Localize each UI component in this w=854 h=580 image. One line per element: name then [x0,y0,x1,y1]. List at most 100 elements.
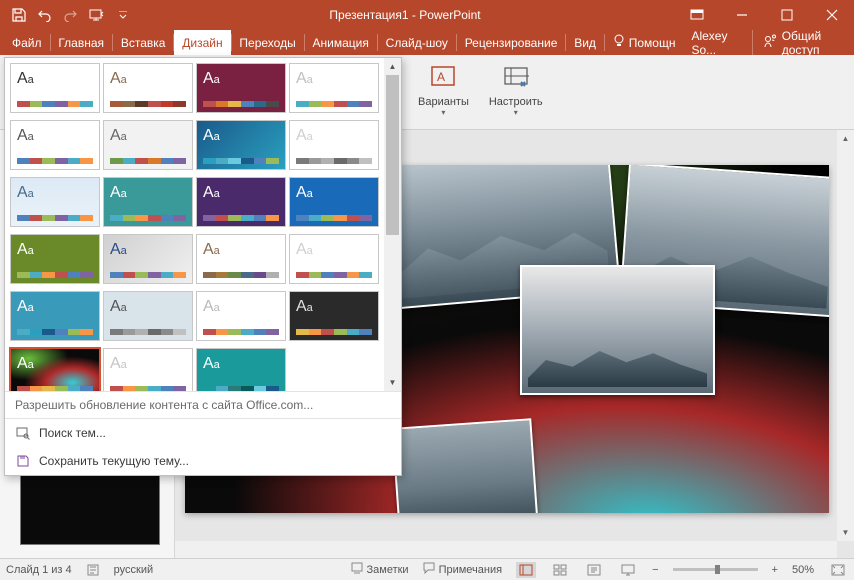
minimize-button[interactable] [719,0,764,30]
maximize-button[interactable] [764,0,809,30]
user-name[interactable]: Alexey So... [683,30,751,55]
spell-check-button[interactable] [86,563,100,577]
search-themes-icon [15,425,31,441]
theme-color-swatch [17,272,93,278]
share-button[interactable]: Общий доступ [752,30,854,55]
theme-thumbnail[interactable]: Aa [10,63,100,113]
zoom-slider[interactable] [673,568,758,571]
theme-thumbnail[interactable]: Aa [103,63,193,113]
scroll-down-button[interactable]: ▼ [384,374,401,391]
undo-button[interactable] [32,0,58,30]
redo-button[interactable] [58,0,84,30]
tab-review[interactable]: Рецензирование [457,30,566,55]
theme-thumbnail[interactable]: Aa [289,177,379,227]
theme-color-swatch [110,101,186,107]
tab-transitions[interactable]: Переходы [231,30,303,55]
gallery-office-update[interactable]: Разрешить обновление контента с сайта Of… [5,391,401,418]
zoom-out-button[interactable]: − [652,564,658,576]
notes-label: Заметки [367,564,409,576]
scrollbar-thumb[interactable] [386,75,399,235]
fit-to-window-button[interactable] [828,562,848,578]
zoom-level[interactable]: 50% [792,564,814,576]
save-button[interactable] [6,0,32,30]
theme-thumbnail[interactable]: Aa [103,291,193,341]
comments-button[interactable]: Примечания [423,562,503,577]
theme-thumbnail[interactable]: Aa [289,63,379,113]
notes-button[interactable]: Заметки [351,562,409,577]
notes-icon [351,562,363,577]
theme-text-sample: Aa [203,184,220,202]
search-themes-button[interactable]: Поиск тем... [5,419,401,447]
theme-color-swatch [296,272,372,278]
language-indicator[interactable]: русский [114,564,153,576]
search-themes-label: Поиск тем... [39,426,106,440]
theme-thumbnail[interactable]: Aa [196,63,286,113]
theme-text-sample: Aa [17,70,34,88]
horizontal-scrollbar[interactable] [175,541,837,558]
theme-color-swatch [110,329,186,335]
qat-customize-button[interactable] [110,0,136,30]
theme-thumbnail[interactable]: Aa [103,177,193,227]
theme-text-sample: Aa [110,241,127,259]
slide-image[interactable] [520,265,715,395]
theme-thumbnail[interactable]: Aa [196,291,286,341]
theme-color-swatch [110,272,186,278]
gallery-scrollbar[interactable]: ▲ ▼ [384,58,401,391]
ribbon-display-options-button[interactable] [674,0,719,30]
theme-thumbnail[interactable]: Aa [10,177,100,227]
theme-thumbnail[interactable]: Aa [103,348,193,391]
theme-color-swatch [203,158,279,164]
tell-me-button[interactable]: Помощн [605,30,684,55]
theme-text-sample: Aa [203,355,220,373]
zoom-in-button[interactable]: + [772,564,778,576]
theme-thumbnail[interactable]: Aa [196,234,286,284]
theme-color-swatch [203,329,279,335]
scroll-up-button[interactable]: ▲ [384,58,401,75]
vertical-scrollbar[interactable]: ▲ ▼ [837,130,854,541]
theme-thumbnail[interactable]: Aa [196,120,286,170]
status-bar: Слайд 1 из 4 русский Заметки Примечания … [0,558,854,580]
tab-file[interactable]: Файл [4,30,50,55]
theme-color-swatch [17,329,93,335]
scroll-down-button[interactable]: ▼ [837,524,854,541]
theme-thumbnail[interactable]: Aa [103,120,193,170]
close-button[interactable] [809,0,854,30]
start-from-beginning-button[interactable] [84,0,110,30]
save-theme-label: Сохранить текущую тему... [39,454,189,468]
normal-view-button[interactable] [516,562,536,578]
theme-text-sample: Aa [110,127,127,145]
save-theme-button[interactable]: Сохранить текущую тему... [5,447,401,475]
customize-button[interactable]: Настроить ▾ [481,59,551,129]
theme-color-swatch [110,215,186,221]
theme-color-swatch [17,215,93,221]
variants-button[interactable]: A Варианты ▾ [410,59,477,129]
slide-thumbnail[interactable] [20,465,160,545]
slide-image[interactable] [392,418,539,513]
theme-thumbnail[interactable]: Aa [10,348,100,391]
theme-thumbnail[interactable]: Aa [10,120,100,170]
theme-text-sample: Aa [203,70,220,88]
tab-slideshow[interactable]: Слайд-шоу [378,30,456,55]
slide-indicator[interactable]: Слайд 1 из 4 [6,564,72,576]
theme-color-swatch [203,101,279,107]
theme-thumbnail[interactable]: Aa [289,291,379,341]
theme-text-sample: Aa [17,241,34,259]
slideshow-view-button[interactable] [618,562,638,578]
theme-thumbnail[interactable]: Aa [196,348,286,391]
theme-thumbnail[interactable]: Aa [10,291,100,341]
theme-text-sample: Aa [17,298,34,316]
theme-gallery-dropdown: AaAaAaAaAaAaAaAaAaAaAaAaAaAaAaAaAaAaAaAa… [4,57,402,476]
theme-thumbnail[interactable]: Aa [289,234,379,284]
theme-thumbnail[interactable]: Aa [103,234,193,284]
tab-home[interactable]: Главная [50,30,112,55]
tab-design[interactable]: Дизайн [174,30,230,55]
reading-view-button[interactable] [584,562,604,578]
tab-view[interactable]: Вид [566,30,604,55]
theme-thumbnail[interactable]: Aa [196,177,286,227]
tab-insert[interactable]: Вставка [113,30,174,55]
slide-sorter-view-button[interactable] [550,562,570,578]
theme-thumbnail[interactable]: Aa [289,120,379,170]
scroll-up-button[interactable]: ▲ [837,130,854,147]
theme-thumbnail[interactable]: Aa [10,234,100,284]
tab-animations[interactable]: Анимация [305,30,377,55]
